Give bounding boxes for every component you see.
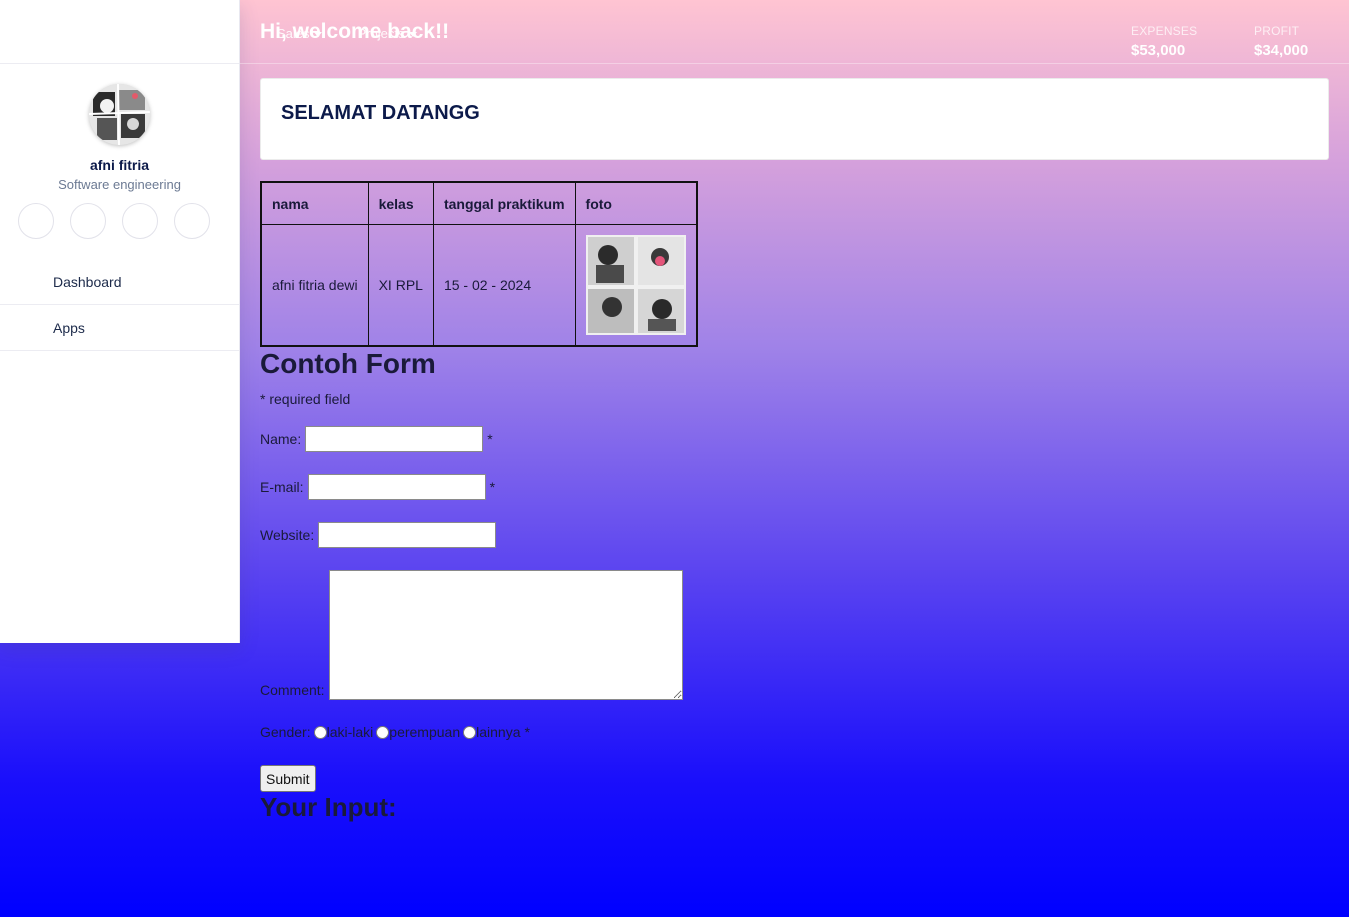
social-links [18, 203, 210, 239]
card-title: SELAMAT DATANGG [281, 102, 480, 124]
website-row: Website: [260, 522, 500, 548]
email-input[interactable] [307, 474, 486, 500]
sidebar-item-dashboard[interactable]: Dashboard [0, 259, 239, 305]
gender-option-label: perempuan [389, 724, 461, 740]
gender-option-label: laki-laki [326, 724, 374, 740]
cell-tanggal: 15 - 02 - 2024 [432, 224, 576, 347]
name-label: Name: [260, 431, 302, 447]
stat-expenses: EXPENSES $53,000 [1131, 24, 1197, 59]
top-header: Sales Projects Hi, welcome back!! EXPENS… [240, 0, 1349, 64]
comment-row: Comment: [260, 570, 683, 700]
avatar[interactable] [89, 84, 150, 145]
sidebar-item-apps[interactable]: Apps [0, 305, 239, 351]
student-photo [585, 235, 686, 335]
submit-button[interactable]: Submit [260, 765, 316, 792]
user-name: afni fitria [89, 157, 150, 173]
twitter-icon[interactable] [70, 203, 106, 239]
photo-image [585, 235, 686, 335]
facebook-icon[interactable] [18, 203, 54, 239]
required-asterisk: * [524, 724, 530, 740]
required-asterisk: * [487, 431, 493, 447]
user-role: Software engineering [58, 177, 181, 192]
gender-label: Gender: [260, 724, 311, 740]
sidebar-logo-area [0, 0, 239, 64]
comment-label: Comment: [260, 682, 325, 698]
student-table: nama kelas tanggal praktikum foto afni f… [260, 181, 698, 347]
email-row: E-mail: * [260, 474, 495, 500]
name-row: Name: * [260, 426, 493, 452]
comment-textarea[interactable] [328, 570, 683, 700]
sidebar-item-label: Apps [53, 319, 85, 336]
welcome-card: SELAMAT DATANGG [260, 78, 1329, 160]
linkedin-icon[interactable] [174, 203, 210, 239]
sidebar: afni fitria Software engineering Dashboa… [0, 0, 240, 643]
required-note: * required field [260, 391, 351, 407]
cell-kelas: XI RPL [367, 224, 434, 347]
column-header-tanggal: tanggal praktikum [432, 181, 576, 225]
column-header-foto: foto [574, 181, 698, 225]
table-header-row: nama kelas tanggal praktikum foto [260, 181, 698, 225]
sidebar-item-label: Dashboard [53, 273, 122, 290]
required-asterisk: * [489, 479, 496, 495]
stat-value: $34,000 [1254, 42, 1309, 59]
column-header-kelas: kelas [367, 181, 434, 225]
stat-label: PROFIT [1254, 24, 1300, 38]
gender-row: Gender: laki-laki perempuan lainnya * [260, 724, 530, 740]
website-label: Website: [260, 527, 315, 543]
sidebar-nav: Dashboard Apps [0, 259, 239, 351]
name-input[interactable] [305, 426, 484, 452]
stat-value: $53,000 [1131, 42, 1186, 59]
website-input[interactable] [318, 522, 497, 548]
gender-radio-perempuan[interactable] [376, 725, 390, 739]
column-header-nama: nama [260, 181, 369, 225]
welcome-heading: Hi, welcome back!! [260, 20, 450, 43]
gender-radio-laki-laki[interactable] [313, 725, 327, 739]
form-title: Contoh Form [260, 348, 436, 379]
cell-nama: afni fitria dewi [260, 224, 369, 347]
email-label: E-mail: [260, 479, 304, 495]
gender-radio-lainnya[interactable] [463, 725, 477, 739]
avatar-photo [89, 84, 150, 145]
stat-label: EXPENSES [1131, 24, 1198, 38]
gender-option-label: lainnya [476, 724, 521, 740]
instagram-icon[interactable] [122, 203, 158, 239]
stat-profit: PROFIT $34,000 [1254, 24, 1308, 59]
your-input-heading: Your Input: [260, 792, 397, 822]
cell-foto [574, 224, 698, 347]
table-row: afni fitria dewi XI RPL 15 - 02 - 2024 [260, 224, 698, 347]
